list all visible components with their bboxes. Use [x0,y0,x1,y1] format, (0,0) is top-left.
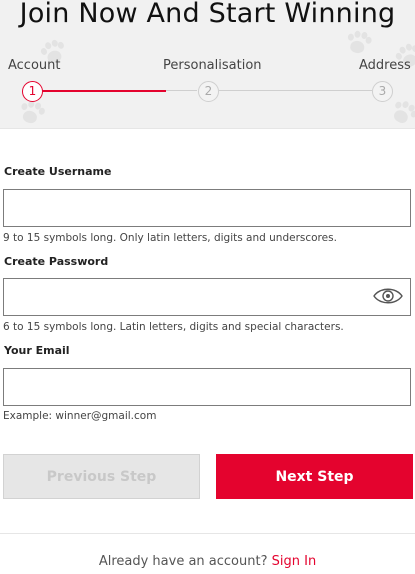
signup-form: Create Username 9 to 15 symbols long. On… [0,128,415,534]
username-label: Create Username [4,165,112,178]
username-input[interactable] [3,189,411,227]
signin-prompt-row: Already have an account? Sign In [0,554,415,569]
step-label-account: Account [8,58,61,73]
password-label: Create Password [4,255,109,268]
username-hint: 9 to 15 symbols long. Only latin letters… [3,232,337,244]
email-label: Your Email [4,344,70,357]
step-indicator-1: 1 [22,81,43,102]
signin-footer: Already have an account? Sign In [0,533,415,574]
email-input[interactable] [3,368,411,406]
step-indicator-2: 2 [198,81,219,102]
previous-step-button[interactable]: Previous Step [3,454,200,499]
email-hint: Example: winner@gmail.com [3,410,157,422]
paw-print-icon [343,28,373,58]
step-connector-line [219,90,372,91]
signup-header: Join Now And Start Winning Account Perso… [0,0,415,128]
password-hint: 6 to 15 symbols long. Latin letters, dig… [3,321,344,333]
paw-print-icon [385,95,415,128]
password-input[interactable] [3,278,411,316]
step-connector-line [166,90,197,91]
signin-prompt: Already have an account? [98,554,268,569]
next-step-button[interactable]: Next Step [216,454,413,499]
step-progress-line [42,90,166,92]
page-title: Join Now And Start Winning [19,0,396,29]
sign-in-link[interactable]: Sign In [272,554,317,569]
step-label-personalisation: Personalisation [163,58,262,73]
step-indicator-3: 3 [372,81,393,102]
step-label-address: Address [359,58,411,73]
eye-icon[interactable] [372,286,404,306]
